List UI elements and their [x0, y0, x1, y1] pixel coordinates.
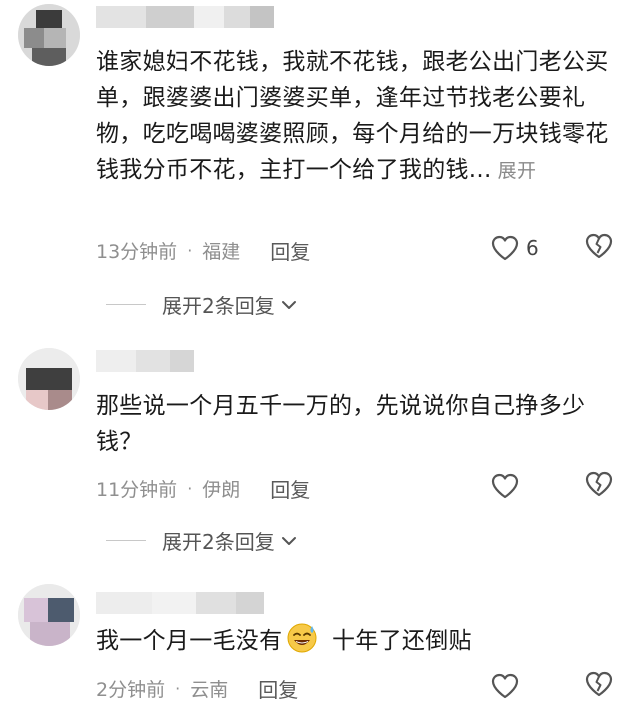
expand-text-link[interactable]: 展开 [498, 160, 537, 182]
username-blurred[interactable] [96, 592, 266, 614]
separator: · [187, 479, 193, 498]
like-button[interactable]: 6 [490, 234, 540, 262]
separator: · [175, 679, 181, 698]
divider-line [106, 540, 146, 541]
expand-replies-label: 展开2条回复 [162, 294, 275, 318]
reply-button[interactable]: 回复 [258, 674, 298, 703]
like-count: 6 [526, 236, 539, 260]
comment-text: 那些说一个月五千一万的，先说说你自己挣多少钱？ [96, 393, 586, 455]
reply-button[interactable]: 回复 [270, 474, 310, 503]
dislike-button[interactable] [584, 670, 614, 702]
comment-meta: 11分钟前 · 伊朗 回复 [96, 474, 310, 503]
separator: · [187, 241, 193, 260]
broken-heart-icon [585, 471, 613, 497]
expand-replies-button[interactable]: 展开2条回复 [106, 290, 297, 319]
username-blurred[interactable] [96, 6, 276, 28]
location: 云南 [190, 679, 229, 701]
username-blurred[interactable] [96, 350, 196, 372]
reply-button[interactable]: 回复 [270, 236, 310, 265]
avatar[interactable] [18, 584, 80, 646]
heart-outline-icon [491, 473, 519, 499]
expand-replies-label: 展开2条回复 [162, 530, 275, 554]
broken-heart-icon [585, 233, 613, 259]
divider-line [106, 304, 146, 305]
dislike-button[interactable] [584, 232, 614, 264]
timestamp: 11分钟前 [96, 479, 178, 501]
sweat-smile-emoji [287, 623, 317, 653]
location: 福建 [202, 241, 241, 263]
comment-meta: 13分钟前 · 福建 回复 [96, 236, 310, 265]
timestamp: 13分钟前 [96, 241, 178, 263]
comment-text: 我一个月一毛没有 十年了还倒贴 [96, 622, 612, 659]
comment-meta: 2分钟前 · 云南 回复 [96, 674, 298, 703]
dislike-button[interactable] [584, 470, 614, 502]
comment-actions [490, 470, 614, 502]
chevron-down-icon [281, 536, 296, 545]
comment-3: 我一个月一毛没有 十年了还倒贴 2分钟前 · 云南 回复 [0, 582, 640, 710]
avatar[interactable] [18, 348, 80, 410]
timestamp: 2分钟前 [96, 679, 166, 701]
comment-actions [490, 670, 614, 702]
broken-heart-icon [585, 671, 613, 697]
like-button[interactable] [490, 472, 540, 500]
location: 伊朗 [202, 479, 241, 501]
avatar[interactable] [18, 4, 80, 66]
comment-actions: 6 [490, 232, 614, 264]
like-button[interactable] [490, 672, 540, 700]
comment-2: 那些说一个月五千一万的，先说说你自己挣多少钱？ 11分钟前 · 伊朗 回复 展开… [0, 340, 640, 570]
comment-body-part1: 我一个月一毛没有 [96, 628, 283, 654]
expand-replies-button[interactable]: 展开2条回复 [106, 526, 297, 555]
heart-outline-icon [491, 235, 519, 261]
comment-body-part2: 十年了还倒贴 [324, 628, 472, 654]
heart-outline-icon [491, 673, 519, 699]
comment-1: 谁家媳妇不花钱，我就不花钱，跟老公出门老公买单，跟婆婆出门婆婆买单，逢年过节找老… [0, 0, 640, 330]
comment-text: 谁家媳妇不花钱，我就不花钱，跟老公出门老公买单，跟婆婆出门婆婆买单，逢年过节找老… [96, 44, 612, 189]
chevron-down-icon [281, 300, 296, 309]
